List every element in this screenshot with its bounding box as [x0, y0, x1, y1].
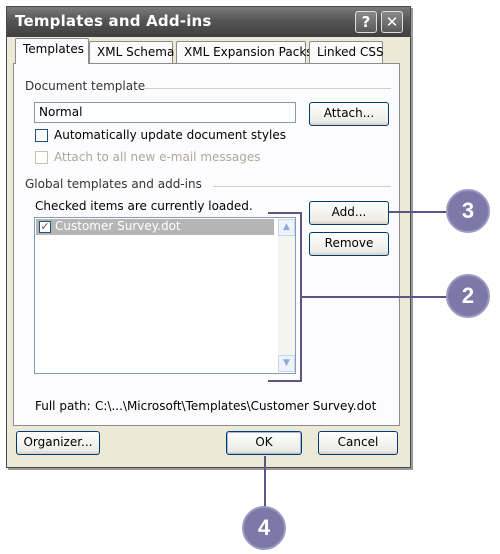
- callout-line: [302, 296, 450, 298]
- add-button[interactable]: Add...: [309, 201, 389, 225]
- remove-button[interactable]: Remove: [309, 232, 389, 256]
- checkmark-icon: ✓: [40, 220, 50, 233]
- document-template-field[interactable]: Normal: [34, 102, 296, 123]
- callout-line: [389, 211, 451, 213]
- auto-update-label: Automatically update document styles: [54, 128, 286, 142]
- document-template-group-label: Document template: [25, 79, 146, 93]
- tab-templates[interactable]: Templates: [15, 38, 89, 64]
- dialog-title: Templates and Add-ins: [15, 12, 212, 30]
- group-divider: [143, 88, 391, 89]
- callout-badge-2: 2: [446, 274, 490, 318]
- full-path-label: Full path:: [35, 399, 91, 413]
- attach-email-label: Attach to all new e-mail messages: [54, 150, 261, 164]
- organizer-button[interactable]: Organizer...: [16, 431, 100, 455]
- ok-button[interactable]: OK: [226, 431, 302, 455]
- close-icon: ✕: [385, 13, 399, 31]
- cancel-button[interactable]: Cancel: [318, 431, 398, 455]
- tab-linked-css[interactable]: Linked CSS: [309, 41, 384, 63]
- loaded-note: Checked items are currently loaded.: [35, 199, 253, 213]
- tab-xml-schema[interactable]: XML Schema: [89, 41, 174, 63]
- full-path-value: C:\...\Microsoft\Templates\Customer Surv…: [95, 399, 377, 413]
- title-bar: Templates and Add-ins: [7, 7, 410, 37]
- attach-email-checkbox[interactable]: [35, 151, 48, 164]
- global-templates-list[interactable]: ✓ Customer Survey.dot ▲ ▼: [34, 217, 296, 374]
- callout-badge-3: 3: [446, 189, 490, 233]
- group-divider: [213, 186, 391, 187]
- help-button[interactable]: ?: [355, 11, 377, 33]
- callout-badge-4: 4: [242, 506, 286, 550]
- auto-update-checkbox[interactable]: [35, 129, 48, 142]
- global-templates-group-label: Global templates and add-ins: [25, 177, 202, 191]
- close-button[interactable]: ✕: [381, 11, 403, 33]
- list-item-label: Customer Survey.dot: [55, 219, 181, 233]
- attach-button[interactable]: Attach...: [309, 102, 389, 126]
- tab-xml-expansion-packs[interactable]: XML Expansion Packs: [176, 41, 313, 63]
- callout-line: [264, 456, 266, 512]
- list-item-checkbox[interactable]: ✓: [39, 221, 51, 233]
- callout-bracket: [268, 212, 302, 382]
